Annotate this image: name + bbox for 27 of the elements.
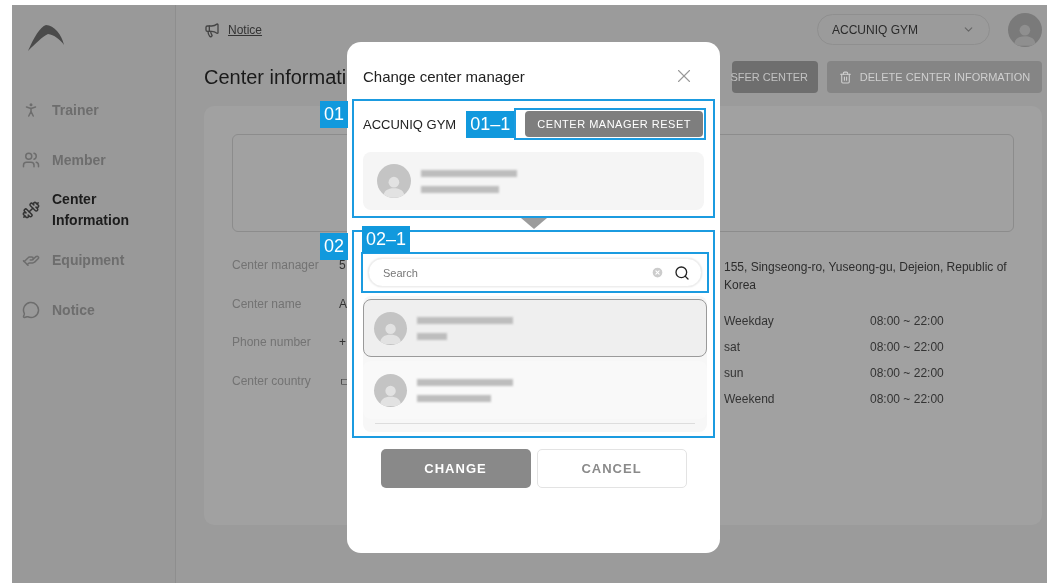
delete-button[interactable]: DELETE CENTER INFORMATION [827,61,1042,93]
hours-value: 08:00 ~ 22:00 [870,366,945,382]
center-name: ACCUNIQ GYM [363,116,458,132]
callout-label: 02 [320,233,349,260]
day-label: sat [724,340,741,356]
search-field[interactable]: Search [368,258,702,287]
day-label: Weekend [724,392,776,408]
callout-label: 02–1 [362,226,411,253]
callout-label: 01 [320,101,349,128]
reset-button[interactable]: CENTER MANAGER RESET [525,111,703,137]
day-label: Weekday [724,314,775,330]
day-label: sun [724,366,745,382]
field-value: 5 [339,258,346,272]
hours-value: 08:00 ~ 22:00 [870,340,945,356]
cancel-button[interactable]: CANCEL [536,449,687,488]
transfer-button[interactable]: SFER CENTER [732,61,818,93]
page-title: Center informati [204,65,347,89]
field-value: A [339,296,347,311]
hours-value: 08:00 ~ 22:00 [870,314,945,330]
change-button[interactable]: CHANGE [380,449,531,488]
field-value: + [339,335,346,349]
notice-link[interactable]: Notice [228,22,262,37]
callout-label: 01–1 [466,110,515,138]
dialog-title: Change center manager [363,67,525,85]
hours-value: 08:00 ~ 22:00 [870,392,945,408]
address-text: 155, Singseong-ro, Yuseong-gu, Dejeion, Republic of Korea [724,259,1008,294]
sidebar-item[interactable]: Center Information [20,185,175,235]
